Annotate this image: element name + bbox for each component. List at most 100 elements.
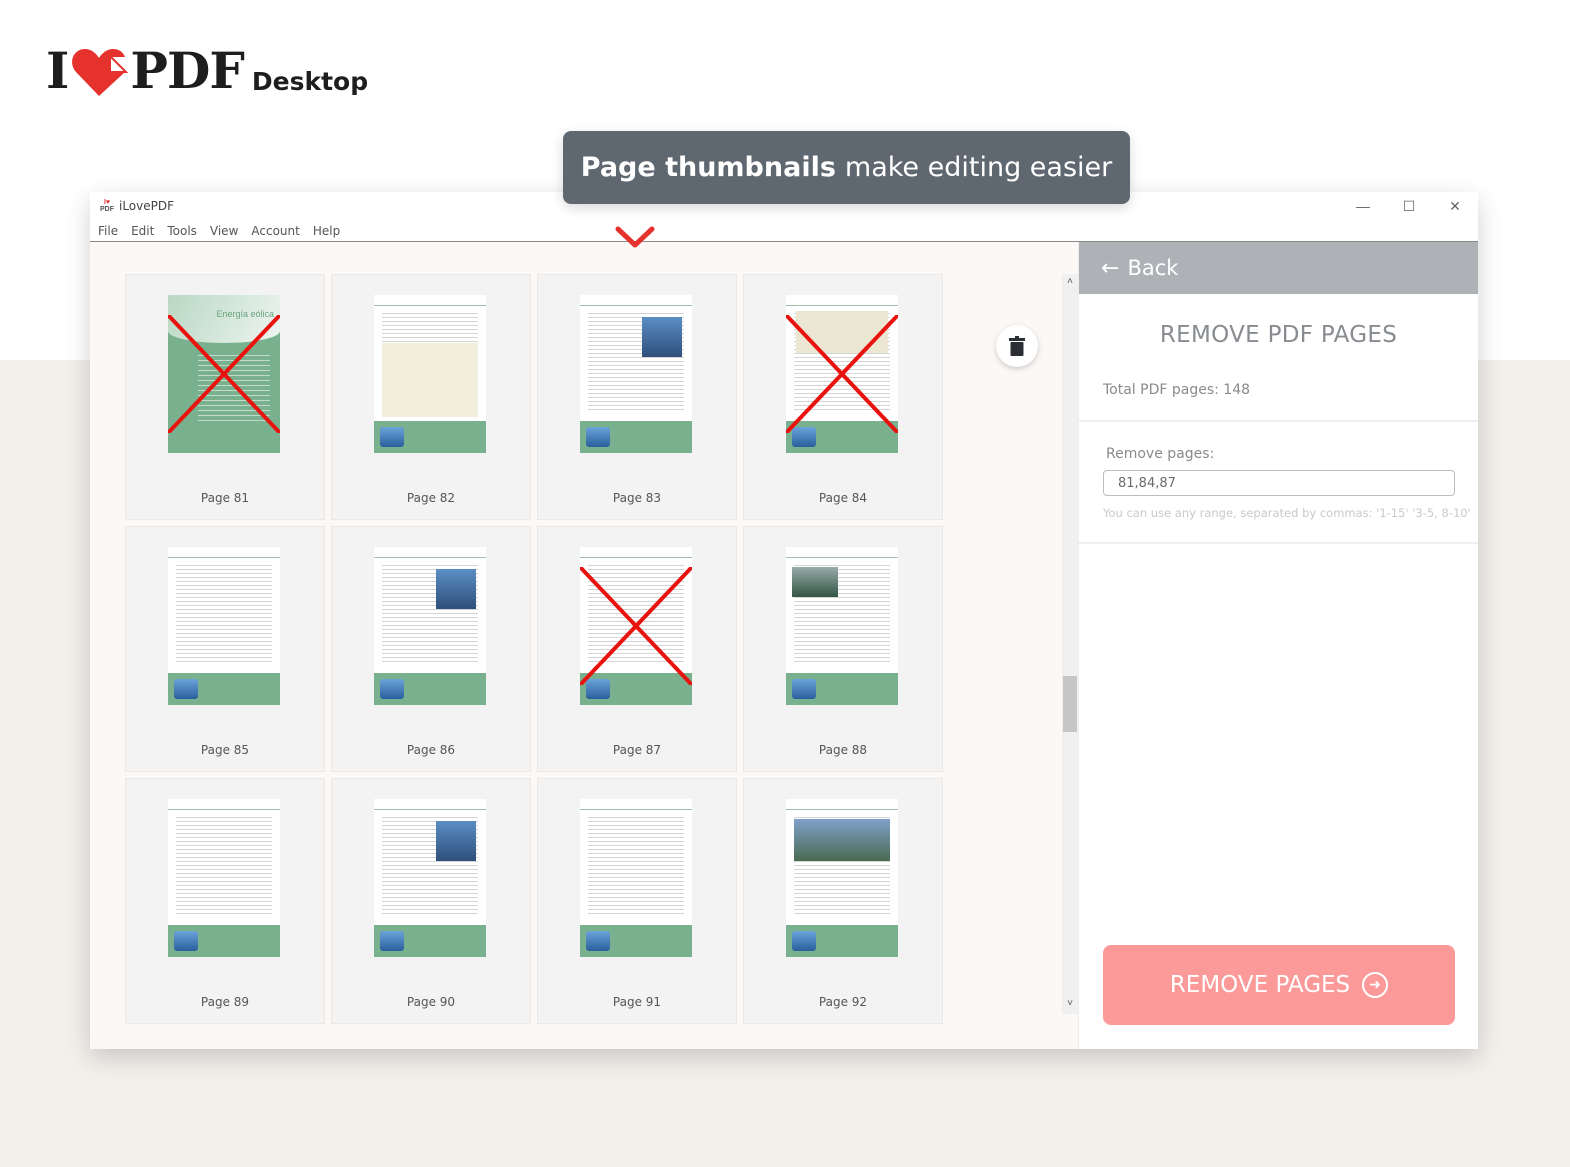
page-card[interactable]: Page 89	[125, 778, 325, 1024]
range-hint: You can use any range, separated by comm…	[1103, 506, 1471, 520]
page-thumbnail	[580, 799, 692, 957]
panel-title: REMOVE PDF PAGES	[1159, 322, 1398, 348]
page-thumbnail	[786, 547, 898, 705]
vertical-scrollbar[interactable]: ˄ ˅	[1062, 274, 1078, 1014]
menu-edit[interactable]: Edit	[131, 224, 154, 238]
footer-photo	[586, 427, 610, 447]
page-thumbnail	[374, 799, 486, 957]
menu-file[interactable]: File	[98, 224, 118, 238]
menu-view[interactable]: View	[210, 224, 238, 238]
tooltip-text: make editing easier	[844, 152, 1113, 183]
menu-tools[interactable]: Tools	[167, 224, 197, 238]
menu-bar: File Edit Tools View Account Help	[90, 220, 1478, 242]
close-icon: ✕	[1449, 197, 1461, 214]
menu-account[interactable]: Account	[251, 224, 299, 238]
app-icon-bottom: PDF	[100, 206, 114, 213]
page-card[interactable]: Energía eólica Page 81	[125, 274, 325, 520]
page-header-line	[580, 557, 692, 558]
page-footer	[786, 673, 898, 705]
page-header-line	[168, 557, 280, 558]
page-card[interactable]: Page 85	[125, 526, 325, 772]
chevron-down-icon	[615, 226, 655, 248]
thumbnail-area: Energía eólica Page 81 Page 82 Page 83 Page …	[90, 242, 1078, 1049]
footer-photo	[380, 931, 404, 951]
page-footer	[168, 673, 280, 705]
footer-photo	[792, 931, 816, 951]
remove-pages-button[interactable]: REMOVE PAGES ➜	[1103, 945, 1455, 1025]
page-header-line	[786, 305, 898, 306]
page-text	[176, 565, 272, 665]
removed-x-icon	[786, 315, 898, 433]
page-text	[588, 817, 684, 917]
page-footer	[374, 421, 486, 453]
footer-photo	[174, 931, 198, 951]
page-card[interactable]: Page 92	[743, 778, 943, 1024]
page-thumbnail: Energía eólica	[168, 295, 280, 453]
delete-pages-button[interactable]	[996, 325, 1038, 367]
footer-photo	[586, 931, 610, 951]
page-footer	[374, 925, 486, 957]
scroll-thumb[interactable]	[1063, 676, 1077, 732]
page-card[interactable]: Page 87	[537, 526, 737, 772]
back-label: Back	[1127, 256, 1179, 280]
window-title: iLovePDF	[119, 199, 175, 213]
footer-photo	[380, 679, 404, 699]
page-card[interactable]: Page 88	[743, 526, 943, 772]
page-text	[176, 817, 272, 917]
page-thumbnail	[580, 295, 692, 453]
footer-photo	[380, 427, 404, 447]
scroll-up-icon[interactable]: ˄	[1062, 276, 1078, 290]
table-block	[382, 343, 478, 417]
page-thumbnail	[168, 799, 280, 957]
page-footer	[580, 421, 692, 453]
minimize-button[interactable]: —	[1340, 192, 1386, 220]
page-footer	[374, 673, 486, 705]
scroll-down-icon[interactable]: ˅	[1062, 998, 1078, 1012]
divider	[1079, 542, 1478, 544]
logo-letter-i: I	[46, 41, 69, 100]
page-thumbnail	[580, 547, 692, 705]
page-footer	[786, 925, 898, 957]
photo-block	[436, 821, 476, 861]
page-footer	[168, 925, 280, 957]
page-header-line	[374, 557, 486, 558]
page-card[interactable]: Page 83	[537, 274, 737, 520]
page-grid: Energía eólica Page 81 Page 82 Page 83 Page …	[125, 274, 943, 1024]
logo-desktop: Desktop	[251, 67, 369, 96]
menu-help[interactable]: Help	[313, 224, 340, 238]
page-card[interactable]: Page 84	[743, 274, 943, 520]
minimize-icon: —	[1356, 198, 1370, 214]
page-thumbnail	[786, 295, 898, 453]
remove-pages-input[interactable]	[1103, 470, 1455, 496]
total-pages: Total PDF pages: 148	[1103, 382, 1251, 398]
arrow-left-icon: ←	[1101, 255, 1120, 281]
heart-pdf-icon	[72, 49, 129, 96]
page-header-line	[580, 305, 692, 306]
arrow-circle-right-icon: ➜	[1362, 972, 1389, 998]
back-button[interactable]: ← Back	[1079, 242, 1478, 294]
remove-pages-button-label: REMOVE PAGES	[1169, 972, 1351, 998]
maximize-button[interactable]: ☐	[1386, 192, 1432, 220]
page-thumbnail	[786, 799, 898, 957]
page-header-line	[374, 305, 486, 306]
page-label: Page 84	[818, 491, 868, 505]
photo-block	[794, 819, 890, 861]
divider	[1079, 420, 1478, 422]
page-card[interactable]: Page 91	[537, 778, 737, 1024]
app-icon: I♥ PDF	[100, 199, 114, 213]
logo-pdf: PDF	[130, 41, 244, 100]
removed-x-icon	[168, 315, 280, 433]
page-card[interactable]: Page 90	[331, 778, 531, 1024]
page-label: Page 86	[406, 743, 456, 757]
photo-block	[436, 569, 476, 609]
page-card[interactable]: Page 82	[331, 274, 531, 520]
footer-photo	[792, 679, 816, 699]
page-card[interactable]: Page 86	[331, 526, 531, 772]
brand-logo: I PDF Desktop	[46, 44, 368, 96]
app-icon-top: I♥	[103, 199, 111, 206]
close-button[interactable]: ✕	[1432, 192, 1478, 220]
tooltip-bold: Page thumbnails	[580, 152, 836, 183]
footer-photo	[174, 679, 198, 699]
removed-x-icon	[580, 567, 692, 685]
page-thumbnail	[374, 295, 486, 453]
